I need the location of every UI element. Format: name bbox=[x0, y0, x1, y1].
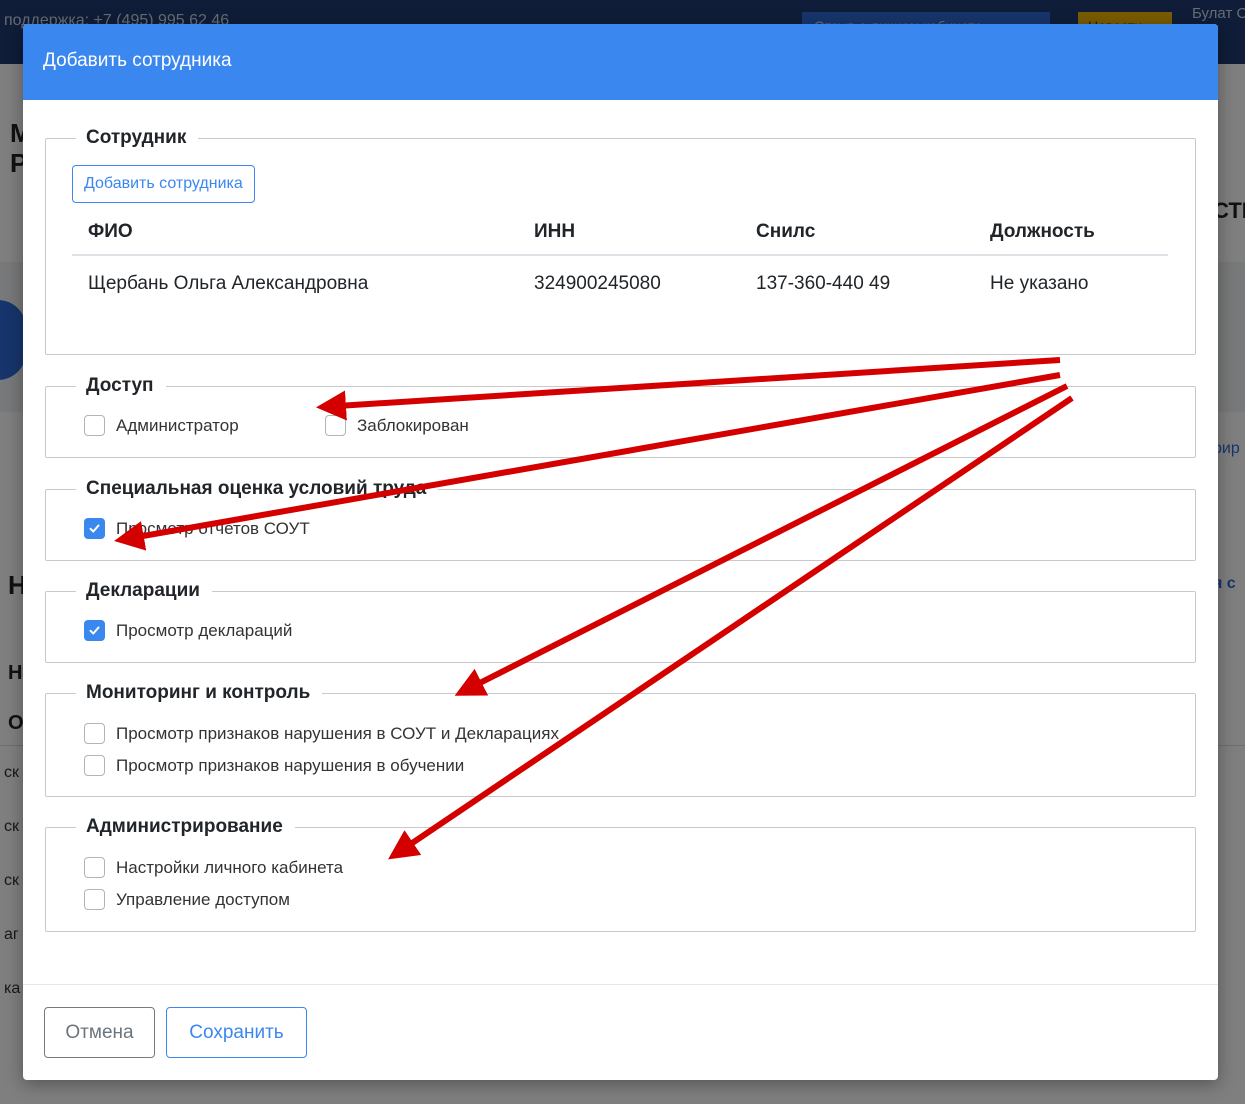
column-header-inn: ИНН bbox=[518, 213, 740, 256]
blocked-checkbox-row[interactable]: Заблокирован bbox=[325, 415, 469, 436]
sout-section: Специальная оценка условий труда Просмот… bbox=[45, 476, 1196, 561]
employee-fio: Щербань Ольга Александровна bbox=[88, 273, 369, 294]
employee-section: Сотрудник Добавить сотрудника ФИО ИНН Сн… bbox=[45, 125, 1196, 355]
employee-table: ФИО ИНН Снилс Должность Щербань Ольга Ал… bbox=[72, 213, 1168, 312]
administration-section: Администрирование Настройки личного каби… bbox=[45, 814, 1196, 932]
employee-snils: 137-360-440 49 bbox=[756, 273, 891, 294]
table-row: Щербань Ольга Александровна 324900245080… bbox=[72, 255, 1168, 312]
access-section: Доступ Администратор Заблокирован bbox=[45, 373, 1196, 458]
violations-training-checkbox-row[interactable]: Просмотр признаков нарушения в обучении bbox=[84, 755, 464, 776]
sout-reports-checkbox-row[interactable]: Просмотр отчетов СОУТ bbox=[84, 518, 310, 539]
administrator-checkbox-row[interactable]: Администратор bbox=[84, 415, 239, 436]
access-management-checkbox[interactable] bbox=[84, 889, 105, 910]
violations-sout-checkbox[interactable] bbox=[84, 723, 105, 744]
account-settings-checkbox-row[interactable]: Настройки личного кабинета bbox=[84, 857, 343, 878]
sout-section-legend: Специальная оценка условий труда bbox=[76, 476, 439, 502]
blocked-checkbox[interactable] bbox=[325, 415, 346, 436]
checkmark-icon bbox=[89, 524, 100, 533]
employee-position: Не указано bbox=[990, 273, 1089, 294]
administration-section-legend: Администрирование bbox=[76, 814, 295, 840]
account-settings-checkbox[interactable] bbox=[84, 857, 105, 878]
cancel-button[interactable]: Отмена bbox=[44, 1007, 155, 1058]
violations-sout-label: Просмотр признаков нарушения в СОУТ и Де… bbox=[116, 723, 559, 743]
modal-footer-divider bbox=[23, 984, 1218, 985]
access-section-legend: Доступ bbox=[76, 373, 166, 399]
declarations-section: Декларации Просмотр деклараций bbox=[45, 578, 1196, 663]
declarations-view-checkbox-row[interactable]: Просмотр деклараций bbox=[84, 620, 292, 641]
add-employee-button[interactable]: Добавить сотрудника bbox=[72, 165, 255, 203]
account-settings-label: Настройки личного кабинета bbox=[116, 857, 344, 877]
column-header-position: Должность bbox=[974, 213, 1168, 256]
column-header-snils: Снилс bbox=[740, 213, 974, 256]
sout-reports-checkbox[interactable] bbox=[84, 518, 105, 539]
violations-training-checkbox[interactable] bbox=[84, 755, 105, 776]
sout-reports-label: Просмотр отчетов СОУТ bbox=[116, 518, 310, 538]
violations-training-label: Просмотр признаков нарушения в обучении bbox=[116, 755, 465, 775]
declarations-view-label: Просмотр деклараций bbox=[116, 620, 293, 640]
administrator-checkbox[interactable] bbox=[84, 415, 105, 436]
violations-sout-checkbox-row[interactable]: Просмотр признаков нарушения в СОУТ и Де… bbox=[84, 723, 559, 744]
table-header-row: ФИО ИНН Снилс Должность bbox=[72, 213, 1168, 256]
checkmark-icon bbox=[89, 626, 100, 635]
monitoring-section: Мониторинг и контроль Просмотр признаков… bbox=[45, 680, 1196, 797]
declarations-view-checkbox[interactable] bbox=[84, 620, 105, 641]
modal-title: Добавить сотрудника bbox=[23, 24, 1218, 100]
declarations-section-legend: Декларации bbox=[76, 578, 212, 604]
blocked-label: Заблокирован bbox=[357, 415, 469, 435]
administrator-label: Администратор bbox=[116, 415, 239, 435]
add-employee-modal: Добавить сотрудника Сотрудник Добавить с… bbox=[23, 24, 1218, 1080]
column-header-fio: ФИО bbox=[72, 213, 518, 256]
access-management-label: Управление доступом bbox=[116, 889, 290, 909]
employee-section-legend: Сотрудник bbox=[76, 125, 199, 151]
employee-inn: 324900245080 bbox=[534, 273, 661, 294]
monitoring-section-legend: Мониторинг и контроль bbox=[76, 680, 323, 706]
save-button[interactable]: Сохранить bbox=[166, 1007, 307, 1058]
access-management-checkbox-row[interactable]: Управление доступом bbox=[84, 889, 290, 910]
